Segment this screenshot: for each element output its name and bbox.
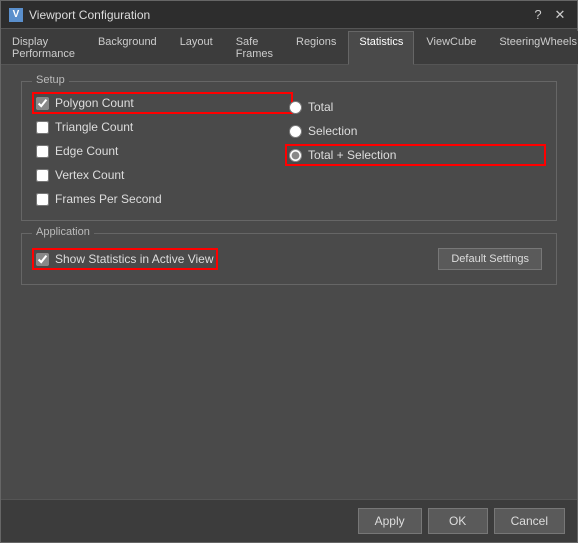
tab-statistics[interactable]: Statistics <box>348 31 414 65</box>
apply-button[interactable]: Apply <box>358 508 422 534</box>
total-selection-label: Total + Selection <box>308 148 396 162</box>
fps-row: Frames Per Second <box>36 192 289 206</box>
selection-radio-row: Selection <box>289 124 542 138</box>
polygon-count-label: Polygon Count <box>55 96 134 110</box>
default-settings-button[interactable]: Default Settings <box>438 248 542 270</box>
triangle-count-row: Triangle Count <box>36 120 289 134</box>
vertex-count-label: Vertex Count <box>55 168 124 182</box>
polygon-count-row: Polygon Count <box>36 96 289 110</box>
content-area: Setup Polygon Count Triangle Count <box>1 65 577 499</box>
selection-label: Selection <box>308 124 357 138</box>
radios-column: Total Selection Total + Selection <box>289 96 542 206</box>
setup-group-title: Setup <box>32 74 69 86</box>
total-selection-radio-row: Total + Selection <box>289 148 542 162</box>
tab-layout[interactable]: Layout <box>169 31 224 64</box>
edge-count-label: Edge Count <box>55 144 118 158</box>
application-group: Application Show Statistics in Active Vi… <box>21 233 557 285</box>
ok-button[interactable]: OK <box>428 508 488 534</box>
tab-viewcube[interactable]: ViewCube <box>415 31 487 64</box>
show-statistics-checkbox[interactable] <box>36 253 49 266</box>
show-statistics-label: Show Statistics in Active View <box>55 252 214 266</box>
help-button[interactable]: ? <box>529 6 547 24</box>
app-inner: Show Statistics in Active View Default S… <box>36 248 542 270</box>
title-bar: V Viewport Configuration ? ✕ <box>1 1 577 29</box>
vertex-count-checkbox[interactable] <box>36 169 49 182</box>
polygon-count-checkbox[interactable] <box>36 97 49 110</box>
application-group-title: Application <box>32 226 94 238</box>
setup-group: Setup Polygon Count Triangle Count <box>21 81 557 221</box>
vertex-count-row: Vertex Count <box>36 168 289 182</box>
triangle-count-label: Triangle Count <box>55 120 133 134</box>
fps-label: Frames Per Second <box>55 192 162 206</box>
setup-inner: Polygon Count Triangle Count Edge Count <box>36 96 542 206</box>
total-radio-row: Total <box>289 100 542 114</box>
tab-background[interactable]: Background <box>87 31 168 64</box>
edge-count-checkbox[interactable] <box>36 145 49 158</box>
tab-display-performance[interactable]: Display Performance <box>1 31 86 64</box>
app-icon: V <box>9 8 23 22</box>
tab-steeringwheels[interactable]: SteeringWheels <box>488 31 578 64</box>
tab-safe-frames[interactable]: Safe Frames <box>225 31 284 64</box>
checkboxes-column: Polygon Count Triangle Count Edge Count <box>36 96 289 206</box>
title-bar-controls: ? ✕ <box>529 6 569 24</box>
window-title: Viewport Configuration <box>29 8 150 22</box>
selection-radio[interactable] <box>289 125 302 138</box>
title-bar-left: V Viewport Configuration <box>9 8 150 22</box>
tabs-bar: Display Performance Background Layout Sa… <box>1 29 577 65</box>
close-button[interactable]: ✕ <box>551 6 569 24</box>
total-selection-radio[interactable] <box>289 149 302 162</box>
viewport-configuration-window: V Viewport Configuration ? ✕ Display Per… <box>0 0 578 543</box>
show-statistics-row: Show Statistics in Active View <box>36 252 214 266</box>
triangle-count-checkbox[interactable] <box>36 121 49 134</box>
cancel-button[interactable]: Cancel <box>494 508 565 534</box>
fps-checkbox[interactable] <box>36 193 49 206</box>
edge-count-row: Edge Count <box>36 144 289 158</box>
tab-regions[interactable]: Regions <box>285 31 347 64</box>
total-label: Total <box>308 100 333 114</box>
total-radio[interactable] <box>289 101 302 114</box>
bottom-bar: Apply OK Cancel <box>1 499 577 542</box>
